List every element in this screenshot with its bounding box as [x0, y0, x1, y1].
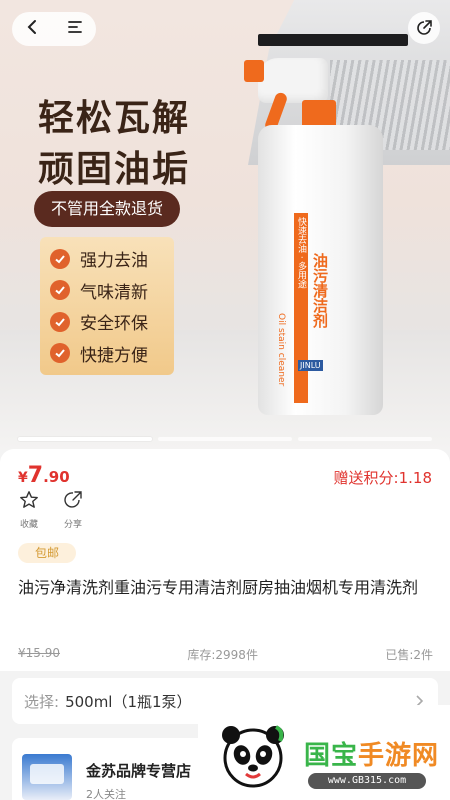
- site-watermark: 国宝手游网 www.GB315.com: [198, 705, 450, 800]
- watermark-brand-a: 国宝: [304, 741, 359, 771]
- back-button[interactable]: [25, 19, 41, 39]
- banner-headline: 轻松瓦解 顽固油垢: [38, 93, 190, 195]
- check-icon: [50, 280, 70, 301]
- bonus-points: 赠送积分:1.18: [333, 469, 432, 487]
- product-price: ¥7.90: [18, 463, 70, 488]
- star-icon: [20, 491, 38, 508]
- chevron-left-icon: [27, 20, 36, 34]
- range-hood-panel: [258, 34, 408, 46]
- benefit-item: 安全环保: [50, 306, 164, 338]
- bottle-product-name: 油污清洁剂: [311, 253, 329, 328]
- bottle-label-strip: 快速去油 · 多用途: [294, 213, 308, 403]
- favorite-label: 收藏: [19, 520, 38, 530]
- product-image-carousel[interactable]: 轻松瓦解 顽固油垢 不管用全款退货 强力去油 气味清新 安全环保 快捷方便 快速…: [0, 0, 450, 450]
- share-button[interactable]: 分享: [56, 490, 90, 530]
- bottle-neck: [302, 100, 336, 128]
- carousel-dot[interactable]: [298, 437, 432, 441]
- product-meta: ¥15.90 库存:2998件 已售:2件: [18, 646, 433, 663]
- share-icon: [417, 20, 432, 35]
- bottle-product-name-en: Oil stain cleaner: [276, 313, 286, 387]
- check-icon: [50, 343, 70, 364]
- product-title: 油污净清洗剂重油污专用清洁剂厨房抽油烟机专用清洗剂: [18, 578, 419, 597]
- nav-pill: [12, 12, 96, 46]
- watermark-brand: 国宝手游网: [304, 735, 439, 772]
- bottle-strip-text: 快速去油 · 多用途: [296, 217, 306, 289]
- menu-button[interactable]: [67, 19, 83, 39]
- benefit-label: 快捷方便: [80, 345, 148, 366]
- benefit-label: 气味清新: [80, 282, 148, 303]
- stock-count: 库存:2998件: [187, 648, 258, 662]
- refund-badge: 不管用全款退货: [34, 191, 180, 227]
- banner-headline-line1: 轻松瓦解: [38, 97, 191, 139]
- benefit-item: 气味清新: [50, 275, 164, 307]
- bottle-brand: JINLU: [298, 360, 323, 371]
- share-label: 分享: [63, 520, 82, 530]
- price-decimal: .90: [43, 468, 70, 486]
- check-icon: [50, 311, 70, 332]
- benefit-item: 快捷方便: [50, 338, 164, 370]
- free-shipping-tag: 包邮: [18, 543, 76, 563]
- share-button-top[interactable]: [408, 12, 440, 44]
- watermark-brand-b: 手游网: [358, 741, 440, 771]
- panda-logo-icon: [222, 725, 284, 788]
- spray-nozzle: [244, 60, 264, 82]
- benefit-list: 强力去油 气味清新 安全环保 快捷方便: [40, 237, 174, 375]
- carousel-dot[interactable]: [18, 437, 152, 441]
- carousel-dot[interactable]: [158, 437, 292, 441]
- check-icon: [50, 248, 70, 269]
- benefit-label: 强力去油: [80, 251, 148, 272]
- benefit-item: 强力去油: [50, 243, 164, 275]
- benefit-label: 安全环保: [80, 314, 148, 335]
- store-name: 金苏品牌专营店: [86, 762, 192, 780]
- watermark-url: www.GB315.com: [308, 773, 426, 789]
- product-info-card: ¥7.90 赠送积分:1.18 收藏 分享 包邮 油污净清洗剂重油污专用清洁剂厨…: [0, 449, 450, 671]
- price-integer: 7: [27, 463, 44, 488]
- menu-icon: [68, 21, 82, 33]
- banner-headline-line2: 顽固油垢: [38, 148, 191, 190]
- favorite-button[interactable]: 收藏: [12, 490, 46, 530]
- spray-trigger: [258, 58, 328, 103]
- share-icon: [64, 491, 82, 508]
- store-product-thumbnail: [22, 754, 72, 800]
- price-currency: ¥: [18, 470, 28, 486]
- store-followers: 2人关注: [86, 788, 126, 800]
- original-price: ¥15.90: [18, 646, 60, 660]
- sold-count: 已售:2件: [385, 648, 433, 662]
- carousel-indicator: [18, 437, 432, 441]
- bottle-label: 快速去油 · 多用途 油污清洁剂 Oil stain cleaner: [276, 213, 332, 403]
- spec-label: 选择:: [24, 692, 60, 711]
- product-bottle: 快速去油 · 多用途 油污清洁剂 Oil stain cleaner JINLU: [258, 125, 383, 415]
